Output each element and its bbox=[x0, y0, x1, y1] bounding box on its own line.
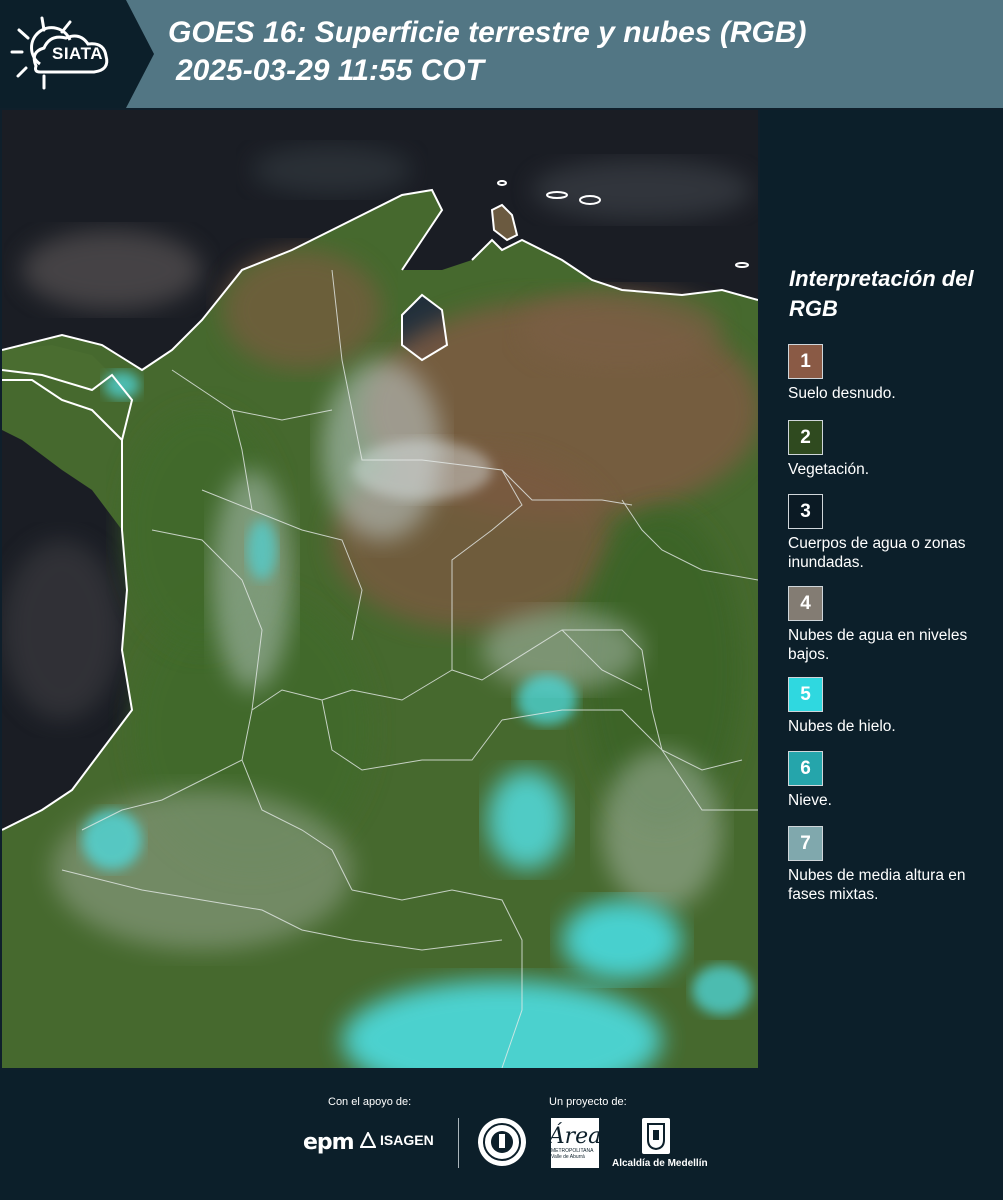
legend-swatch: 5 bbox=[788, 677, 823, 712]
area-logo-mark: Área bbox=[548, 1124, 602, 1149]
area-metropolitana-logo[interactable]: Área METROPOLITANA Valle de Aburrá bbox=[548, 1118, 602, 1168]
legend-swatch: 6 bbox=[788, 751, 823, 786]
legend-item-water: 3 Cuerpos de agua o zonas inundadas. bbox=[788, 494, 998, 572]
legend-label: Suelo desnudo. bbox=[788, 385, 896, 402]
alcaldia-shield-icon[interactable] bbox=[642, 1118, 670, 1154]
epm-logo[interactable]: epm bbox=[303, 1130, 355, 1155]
page-timestamp: 2025-03-29 11:55 COT bbox=[176, 54, 484, 87]
legend-item-mixed-clouds: 7 Nubes de media altura en fases mixtas. bbox=[788, 826, 998, 904]
legend-item-bare-soil: 1 Suelo desnudo. bbox=[788, 344, 998, 403]
legend-swatch: 1 bbox=[788, 344, 823, 379]
legend-title: Interpretación del RGB bbox=[789, 266, 974, 321]
page-title: GOES 16: Superficie terrestre y nubes (R… bbox=[168, 16, 807, 49]
epm-logo-text: epm bbox=[303, 1130, 355, 1155]
shield-icon bbox=[647, 1123, 665, 1150]
header-bar: SIATA GOES 16: Superficie terrestre y nu… bbox=[0, 0, 1003, 108]
footer-divider bbox=[458, 1118, 459, 1168]
isagen-logo[interactable]: ISAGEN bbox=[360, 1132, 434, 1148]
siata-logo[interactable]: SIATA bbox=[0, 0, 154, 108]
legend-label: Nubes de hielo. bbox=[788, 718, 896, 735]
legend-panel: Interpretación del RGB 1 Suelo desnudo. … bbox=[760, 110, 1003, 1070]
legend-label: Nubes de agua en niveles bajos. bbox=[788, 627, 968, 663]
footer-bar: Con el apoyo de: Un proyecto de: epm ISA… bbox=[0, 1070, 1003, 1200]
logo-label: SIATA bbox=[52, 44, 103, 63]
legend-item-ice-clouds: 5 Nubes de hielo. bbox=[788, 677, 998, 736]
legend-item-vegetation: 2 Vegetación. bbox=[788, 420, 998, 479]
legend-item-low-clouds: 4 Nubes de agua en niveles bajos. bbox=[788, 586, 998, 664]
legend-swatch: 4 bbox=[788, 586, 823, 621]
legend-label: Nubes de media altura en fases mixtas. bbox=[788, 867, 966, 903]
map-canvas bbox=[2, 110, 758, 1068]
project-label: Un proyecto de: bbox=[549, 1096, 627, 1108]
isagen-logo-text: ISAGEN bbox=[380, 1132, 434, 1148]
alcaldia-label: Alcaldía de Medellín bbox=[612, 1158, 708, 1169]
legend-swatch: 3 bbox=[788, 494, 823, 529]
area-logo-sub: METROPOLITANA Valle de Aburrá bbox=[551, 1148, 594, 1160]
seal-icon bbox=[483, 1123, 521, 1161]
medellin-seal-logo[interactable] bbox=[478, 1118, 526, 1166]
satellite-map[interactable] bbox=[2, 110, 758, 1068]
legend-label: Vegetación. bbox=[788, 461, 870, 478]
legend-swatch: 2 bbox=[788, 420, 823, 455]
legend-label: Cuerpos de agua o zonas inundadas. bbox=[788, 535, 966, 571]
legend-item-snow: 6 Nieve. bbox=[788, 751, 998, 810]
legend-label: Nieve. bbox=[788, 792, 832, 809]
legend-swatch: 7 bbox=[788, 826, 823, 861]
support-label: Con el apoyo de: bbox=[328, 1096, 412, 1108]
isagen-icon bbox=[360, 1132, 376, 1148]
